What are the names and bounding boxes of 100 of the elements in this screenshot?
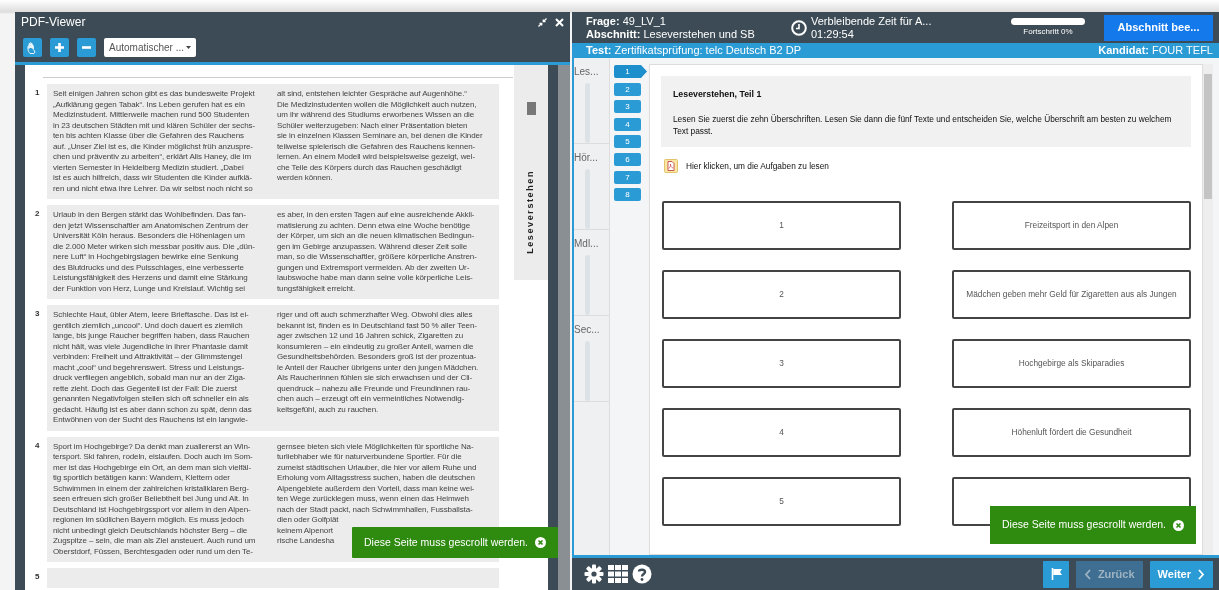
chevron-right-icon [1197, 568, 1205, 580]
pdf-link[interactable]: Hier klicken, um die Aufgaben zu lesen [686, 159, 829, 173]
text-slot[interactable]: 4 [662, 408, 901, 457]
question-tab[interactable]: 6 [614, 152, 641, 166]
question-tab[interactable]: 1 [614, 65, 647, 78]
section-tab[interactable]: Mdl... [574, 236, 609, 251]
question-tab[interactable]: 4 [614, 117, 641, 131]
text-line: verbinden: Freiheit und Attraktivität – der Glimmstengel [53, 352, 243, 363]
text-line: Als Raucherinnen fühlen sie sich erwachsen und der Cli- [277, 373, 473, 384]
text-line: zumeist städtischen Urlauber, die hier vor allem Ruhe und [277, 462, 477, 473]
text-line: Schwimmen in einem der zahlreichen kristallklaren Berg- [53, 483, 249, 494]
text-line: sie in einzelnen Klassen Seminare an, bei denen die Kinder [277, 131, 483, 142]
text-line: gentlich ziemlich „uncool“. Und doch dauert es ziemlich [53, 320, 243, 331]
text-line: alt sind, entstehen leichter Gespräche auf Augenhöhe.“ [277, 89, 467, 100]
section-tab[interactable]: Hör... [574, 150, 609, 165]
text-line: ren und nicht etwa ihre Lehrer. Da wir selbst noch nicht so [53, 183, 253, 194]
scrollbar-thumb[interactable] [1204, 74, 1212, 199]
grid-icon[interactable] [608, 565, 628, 583]
text-line: lange, bis junge Raucher begriffen haben, dass Rauchen [53, 331, 250, 342]
heading-option[interactable]: Hochgebirge als Skiparadies [952, 339, 1191, 388]
side-tab-label: Leseverstehen [524, 170, 537, 254]
candidate-name: Kandidat: FOUR TEFL [1098, 43, 1213, 58]
text-line: Zugspitze – sein, die man als Ziel ansteuert. Auch rund um [53, 536, 256, 547]
text-line: um ihr während des Studiums erworbenes Wissen an die [277, 110, 475, 121]
text-line: Gesundheitsbehörden. Besonders groß ist der prozentua- [277, 352, 477, 363]
text-line: man, so die Wissenschaftler, größere körperliche Anstren- [277, 252, 477, 263]
zoom-select[interactable]: Automatischer ... [104, 38, 197, 57]
text-line: Erholung vom Alltagsstress suchen, haben die deutschen [277, 473, 475, 484]
question-tab[interactable]: 8 [614, 188, 641, 202]
section-tab[interactable]: Sec... [574, 322, 609, 337]
text-line: Medizinstudent. Mittlerweile machen rund 500 Studenten [53, 110, 250, 121]
section-label: Abschnitt: Leseverstehen und SB [586, 27, 756, 41]
text-slot[interactable]: 5 [662, 477, 901, 526]
clock-icon [791, 19, 807, 36]
heading-option[interactable]: Freizeitsport in den Alpen [952, 201, 1191, 250]
text-line: ten bis achten Klasse über die Gefahren des Rauchens [53, 131, 244, 142]
settings-icon[interactable] [584, 564, 604, 584]
notification-text: Diese Seite muss gescrollt werden. [1002, 517, 1166, 533]
zoom-in-button[interactable] [50, 38, 69, 57]
question-tab[interactable]: 3 [614, 100, 641, 114]
timer-label: Verbleibende Zeit für A... [811, 14, 932, 28]
question-tab[interactable]: 5 [614, 135, 641, 149]
progress-label: Fortschritt 0% [1023, 27, 1073, 37]
text-line: macht „cool“ und begehrenswert. Stress und Leistungs- [53, 362, 245, 373]
text-line: Oberstdorf, Füssen, Berchtesgaden oder rund um den Te- [53, 546, 253, 557]
text-slot[interactable]: 3 [662, 339, 901, 388]
instruction-text: Lesen Sie zuerst die zehn Überschriften. Lesen Sie dann die fünf Texte und entscheiden Sie, welche Überschrift am besten zu welchem Text passt. [673, 113, 1173, 137]
flag-button[interactable] [1042, 560, 1069, 588]
scrollbar[interactable] [1203, 64, 1213, 555]
close-icon[interactable] [555, 17, 564, 27]
text-line: dien oder Golfplät [277, 515, 339, 526]
question-tab[interactable]: 2 [614, 82, 641, 96]
pdf-file-icon[interactable] [664, 159, 678, 173]
text-line: ist es auch hilfreich, dass wir Studenten die Kinder aufklä- [53, 173, 252, 184]
hand-icon [27, 41, 38, 54]
text-slot[interactable]: 2 [662, 270, 901, 319]
question-label: Frage: 49_LV_1 [586, 14, 667, 28]
close-icon[interactable] [535, 537, 546, 548]
text-line: der Funktion von Herz, Lunge und Kreislauf. Wichtig sei [53, 283, 245, 294]
timer-value: 01:29:54 [811, 27, 855, 41]
next-button[interactable]: Weiter [1149, 560, 1213, 588]
text-line: Urlaub in den Bergen stärkt das Wohlbefinden. Das fan- [53, 210, 246, 221]
text-line: nicht hält, was viele Jugendliche in ihrer Phantasie damit [53, 341, 248, 352]
end-section-button[interactable]: Abschnitt bee... [1104, 14, 1213, 41]
text-line: matisierung zu achten. Denn etwa eine Woche benötige [277, 220, 470, 231]
text-line: tersport. Ski fahren, rodeln, eislaufen. Doch auch im Som- [53, 452, 253, 463]
text-line: Die Medizinstudenten wollen die Möglichkeit auch nutzen, [277, 99, 477, 110]
text-number: 1 [35, 87, 41, 99]
text-line: lernen. An einem Modell wird beispielsweise gezeigt, wel- [277, 152, 475, 163]
zoom-out-button[interactable] [77, 38, 96, 57]
section-tab[interactable]: Les... [574, 64, 609, 79]
text-line: konsumieren – ein eindeutig zu großer Anteil, warnen die [277, 341, 474, 352]
heading-option[interactable]: Mädchen geben mehr Geld für Zigaretten aus als Jungen [952, 270, 1191, 319]
text-line: des Blutdrucks und des Pulsschlages, eine verbesserte [53, 262, 244, 273]
text-slot[interactable]: 1 [662, 201, 901, 250]
text-line: chen und präventiv zu arbeiten“, erklärt Alis Haney, die im [53, 152, 252, 163]
square-icon [526, 102, 536, 115]
caret-icon [186, 46, 192, 49]
question-tab[interactable]: 7 [614, 170, 641, 184]
scrollbar[interactable] [558, 65, 570, 590]
text-line: rische Landesha [277, 536, 335, 547]
shrink-icon[interactable] [538, 17, 547, 27]
text-line: riger und oft auch schmerzhafter Weg. Obwohl dies alles [277, 310, 473, 321]
text-line: vierten Semester in Heidelberg Medizin studiert. „Dabei [53, 162, 244, 173]
text-line: le Anteil der Raucher übrigens unter den jungen Mädchen. [277, 362, 479, 373]
text-line: „Aufklärung gegen Tabak“. Ins Leben gerufen hat es ein [53, 99, 245, 110]
task-title: Leseverstehen, Teil 1 [673, 88, 763, 100]
chevron-left-icon [1083, 568, 1092, 580]
text-line: gernsee bieten sich viele Möglichkeiten für sportliche Na- [277, 441, 474, 452]
window-title: PDF-Viewer [21, 14, 86, 31]
close-icon[interactable] [1173, 519, 1184, 531]
text-line: Schlechte Haut, übler Atem, leere Brieftasche. Das ist ei- [53, 310, 249, 321]
heading-option[interactable]: Höhenluft fördert die Gesundheit [952, 408, 1191, 457]
flag-icon [1050, 568, 1063, 580]
text-line: es aber, in den ersten Tagen auf eine ausreichende Akkli- [277, 210, 475, 221]
text-line: genannten Negativfolgen stellen sich oft schneller ein als [53, 394, 249, 405]
text-line: tungsfähigkeit erreicht. [277, 283, 356, 294]
test-name: Test: Zertifikatsprüfung: telc Deutsch B2 DP [586, 43, 801, 58]
help-icon[interactable] [632, 564, 652, 584]
pan-button[interactable] [23, 38, 42, 57]
